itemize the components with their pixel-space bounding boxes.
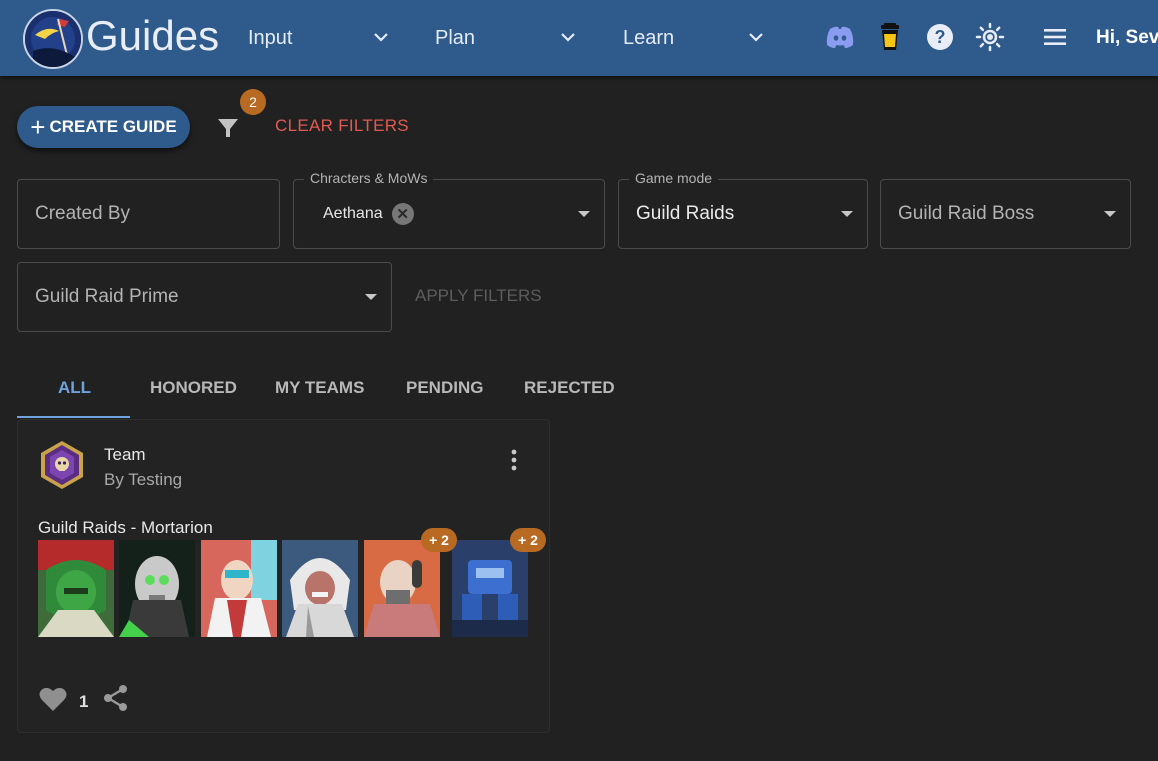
- heart-icon[interactable]: [39, 686, 67, 712]
- guild-raid-boss-placeholder: Guild Raid Boss: [898, 203, 1035, 224]
- character-portrait[interactable]: [364, 540, 440, 637]
- filter-icon[interactable]: [214, 114, 242, 142]
- nav-menu-label: Learn: [623, 26, 675, 49]
- card-title: Team: [104, 445, 146, 464]
- menu-icon[interactable]: [1039, 21, 1071, 53]
- guild-raid-boss-select[interactable]: Guild Raid Boss: [880, 179, 1131, 249]
- share-icon[interactable]: [102, 684, 130, 712]
- like-count: 1: [79, 692, 89, 711]
- dropdown-arrow-icon[interactable]: [841, 211, 853, 217]
- more-options-icon[interactable]: [502, 446, 526, 474]
- faction-emblem-icon: [38, 440, 86, 490]
- plus-icon: +: [30, 112, 46, 142]
- character-chip-label: Aethana: [323, 205, 383, 222]
- characters-select[interactable]: Chracters & MoWs Aethana ✕: [293, 170, 605, 249]
- help-icon[interactable]: ?: [924, 21, 956, 53]
- chevron-down-icon: [561, 33, 575, 42]
- created-by-field[interactable]: Created By: [17, 179, 280, 249]
- guide-card[interactable]: Team By Testing Guild Raids - Mortarion: [17, 419, 550, 733]
- nav-menu-input[interactable]: Input: [248, 20, 390, 56]
- top-app-bar: Guides Input Plan Learn ? Hi, Sev: [0, 0, 1158, 76]
- game-mode-value: Guild Raids: [636, 203, 735, 224]
- nav-menu-learn[interactable]: Learn: [623, 20, 765, 56]
- create-guide-button[interactable]: + CREATE GUIDE: [17, 106, 190, 148]
- card-game-mode: Guild Raids - Mortarion: [38, 518, 213, 537]
- tab-pending[interactable]: PENDING: [406, 378, 483, 398]
- nav-menu-label: Input: [248, 26, 293, 49]
- clear-filters-button[interactable]: CLEAR FILTERS: [275, 116, 409, 136]
- tab-rejected[interactable]: REJECTED: [524, 378, 615, 398]
- card-author: By Testing: [104, 470, 183, 489]
- characters-legend: Chracters & MoWs: [304, 170, 434, 186]
- chevron-down-icon: [749, 33, 763, 42]
- brand-title[interactable]: Guides: [86, 12, 219, 60]
- theme-sun-icon[interactable]: [974, 21, 1006, 53]
- character-portrait[interactable]: [38, 540, 114, 637]
- created-by-placeholder: Created By: [35, 203, 131, 224]
- tab-all[interactable]: ALL: [58, 378, 91, 398]
- extra-mows-badge: + 2: [510, 528, 546, 552]
- create-guide-label: CREATE GUIDE: [49, 117, 177, 136]
- extra-characters-badge: + 2: [421, 528, 457, 552]
- game-mode-select[interactable]: Game mode Guild Raids: [618, 170, 868, 249]
- guild-raid-prime-placeholder: Guild Raid Prime: [35, 286, 179, 307]
- nav-menu-plan[interactable]: Plan: [435, 20, 577, 56]
- tab-my-teams[interactable]: MY TEAMS: [275, 378, 364, 398]
- user-greeting[interactable]: Hi, Sev: [1096, 27, 1158, 49]
- dropdown-arrow-icon[interactable]: [578, 211, 590, 217]
- tab-honored[interactable]: HONORED: [150, 378, 237, 398]
- svg-text:?: ?: [935, 27, 946, 47]
- character-portrait[interactable]: [201, 540, 277, 637]
- coffee-cup-icon[interactable]: [874, 21, 906, 53]
- dropdown-arrow-icon[interactable]: [365, 294, 377, 300]
- character-portrait[interactable]: [452, 540, 528, 637]
- dropdown-arrow-icon[interactable]: [1104, 211, 1116, 217]
- discord-icon[interactable]: [824, 21, 856, 53]
- nav-menu-label: Plan: [435, 26, 476, 49]
- character-portrait[interactable]: [282, 540, 358, 637]
- character-portrait[interactable]: [119, 540, 195, 637]
- chevron-down-icon: [374, 33, 388, 42]
- apply-filters-button[interactable]: APPLY FILTERS: [415, 286, 542, 306]
- app-logo[interactable]: [23, 9, 83, 69]
- character-chip: Aethana ✕: [310, 199, 414, 229]
- game-mode-legend: Game mode: [629, 170, 719, 186]
- chip-remove-icon[interactable]: ✕: [391, 203, 414, 225]
- filter-count-badge: 2: [240, 89, 266, 115]
- active-tab-indicator: [17, 416, 130, 418]
- guild-raid-prime-select[interactable]: Guild Raid Prime: [17, 262, 392, 332]
